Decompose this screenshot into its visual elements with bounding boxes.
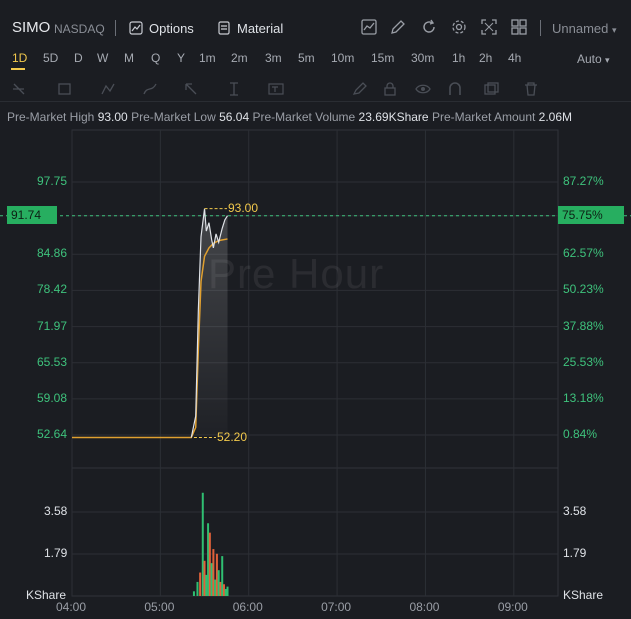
volume-bar xyxy=(207,523,210,596)
volume-bar xyxy=(222,584,225,596)
percent-tick-label: 87.27% xyxy=(563,174,604,188)
volume-bar xyxy=(201,492,204,596)
volume-bar xyxy=(192,591,195,596)
chart-grid xyxy=(0,129,631,597)
price-chart[interactable] xyxy=(0,0,631,619)
volume-bar xyxy=(196,581,199,596)
volume-bar xyxy=(199,572,202,596)
volume-bar xyxy=(224,588,227,596)
volume-bar xyxy=(203,560,206,596)
volume-bar xyxy=(219,581,222,596)
pre-hour-watermark: Pre Hour xyxy=(208,250,385,297)
percent-tick-label: 25.53% xyxy=(563,354,604,369)
time-tick-label: 05:00 xyxy=(144,600,175,614)
price-tick-label: 65.53 xyxy=(37,354,68,369)
volume-bars xyxy=(192,492,229,596)
volume-tick-label: 3.58 xyxy=(563,504,587,518)
percent-tick-label: 37.88% xyxy=(563,318,604,333)
time-tick-label: 06:00 xyxy=(232,600,263,614)
high-annotation: 93.00 xyxy=(228,201,259,215)
volume-bar xyxy=(212,549,215,596)
volume-bar xyxy=(217,570,220,596)
volume-bar xyxy=(205,574,208,596)
low-annotation: 52.20 xyxy=(217,430,248,444)
price-tick-label: 84.86 xyxy=(37,246,68,261)
price-tick-label: 78.42 xyxy=(37,282,68,297)
price-tick-label: 59.08 xyxy=(37,390,68,405)
volume-unit-label: KShare xyxy=(563,588,604,602)
price-tick-label: 71.97 xyxy=(37,318,68,333)
volume-tick-label: 1.79 xyxy=(563,546,587,560)
time-tick-label: 09:00 xyxy=(497,600,528,614)
volume-tick-label: 1.79 xyxy=(44,546,68,560)
volume-tick-label: 3.58 xyxy=(44,504,68,518)
percent-tick-label: 50.23% xyxy=(563,282,604,297)
price-tick-label: 52.64 xyxy=(37,427,68,441)
volume-bar xyxy=(208,532,211,596)
volume-bar xyxy=(215,553,218,596)
price-tick-label: 97.75 xyxy=(37,174,68,188)
volume-bar xyxy=(210,563,213,596)
time-tick-label: 04:00 xyxy=(56,600,87,614)
volume-bar xyxy=(214,579,217,596)
time-tick-label: 07:00 xyxy=(321,600,352,614)
volume-bar xyxy=(221,556,224,596)
current-price-tag: 91.74 xyxy=(7,206,57,224)
current-pct-tag: 75.75% xyxy=(558,206,624,224)
percent-tick-label: 13.18% xyxy=(563,390,604,405)
volume-bar xyxy=(226,586,229,596)
time-tick-label: 08:00 xyxy=(409,600,440,614)
percent-tick-label: 0.84% xyxy=(563,427,598,441)
percent-tick-label: 62.57% xyxy=(563,246,604,261)
volume-unit-label: KShare xyxy=(26,588,67,602)
